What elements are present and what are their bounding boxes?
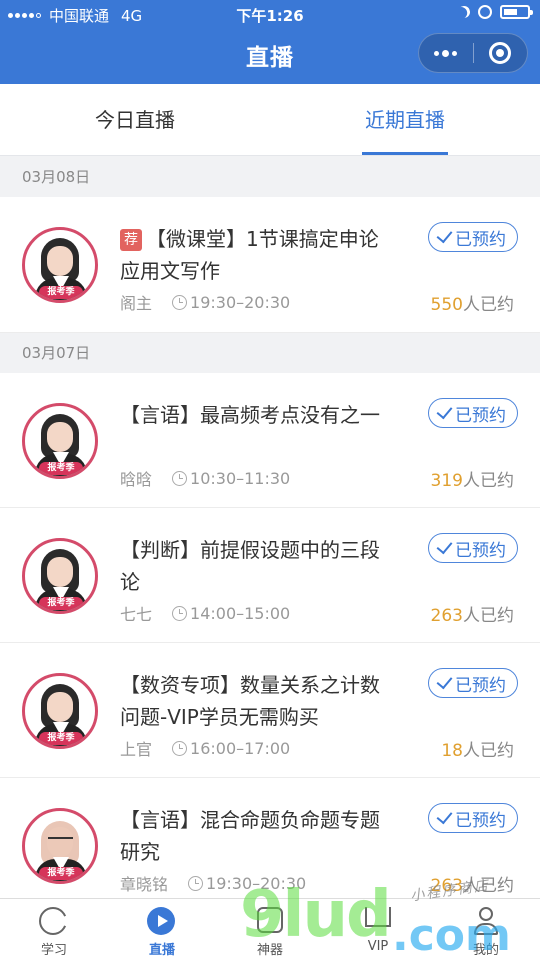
avatar: 报考季 (22, 538, 98, 614)
course-title: 【判断】前提假设题中的三段论 (120, 538, 380, 594)
time-range: 16:00–17:00 (190, 738, 291, 758)
avatar-tag: 报考季 (39, 286, 83, 299)
date-header: 03月08日 (0, 157, 540, 197)
list-item[interactable]: 报考季 【数资专项】数量关系之计数问题-VIP学员无需购买 上官 16:00–1… (0, 643, 540, 778)
tab-label: 我的 (472, 943, 499, 958)
time-range: 10:30–11:30 (190, 468, 291, 488)
booked-label: 已预约 (455, 810, 506, 831)
check-icon (436, 807, 453, 825)
booked-button[interactable]: 已预约 (428, 222, 518, 252)
list-item[interactable]: 报考季 【言语】最高频考点没有之一 晗晗 10:30–11:30 已预约 319… (0, 373, 540, 508)
check-icon (436, 537, 453, 555)
clock-icon (172, 294, 188, 310)
list-item[interactable]: 报考季 【判断】前提假设题中的三段论 七七 14:00–15:00 已预约 26… (0, 508, 540, 643)
target-icon (489, 42, 512, 64)
booked-button[interactable]: 已预约 (428, 533, 518, 563)
booked-label: 已预约 (455, 405, 506, 426)
check-icon (436, 402, 453, 420)
course-title: 【数资专项】数量关系之计数问题-VIP学员无需购买 (120, 673, 380, 729)
time-range: 19:30–20:30 (206, 873, 307, 893)
tab-tools[interactable]: 神器 (216, 899, 324, 960)
booking-count: 263人已约 (430, 876, 514, 896)
tab-live[interactable]: 直播 (108, 899, 216, 960)
bottom-tab-bar: 学习 直播 神器 VIP 我的 (0, 898, 540, 960)
tool-icon (257, 907, 283, 933)
tab-study[interactable]: 学习 (0, 899, 108, 960)
tab-vip[interactable]: VIP (324, 899, 432, 960)
tab-mine[interactable]: 我的 (432, 899, 540, 960)
booking-count: 319人已约 (430, 471, 514, 491)
avatar: 报考季 (22, 808, 98, 884)
avatar-tag: 报考季 (39, 867, 83, 880)
booking-count: 263人已约 (430, 606, 514, 626)
host-name: 晗晗 (120, 470, 153, 489)
tab-label: 学习 (40, 943, 67, 958)
list-item[interactable]: 报考季 【言语】混合命题负命题专题研究 章晓铭 19:30–20:30 已预约 … (0, 778, 540, 913)
clock-icon (172, 740, 188, 756)
person-icon (471, 907, 501, 937)
status-bar: 中国联通 4G 下午1:26 (0, 0, 540, 28)
live-list: 03月08日 报考季 荐【微课堂】1节课搞定申论应用文写作 阁主 19:30–2… (0, 157, 540, 913)
avatar: 报考季 (22, 403, 98, 479)
more-button[interactable] (419, 33, 473, 73)
avatar: 报考季 (22, 673, 98, 749)
avatar-tag: 报考季 (39, 597, 83, 610)
miniprogram-capsule (418, 33, 528, 73)
crown-icon (365, 907, 391, 927)
check-icon (436, 226, 453, 244)
course-title: 【微课堂】1节课搞定申论应用文写作 (120, 227, 379, 283)
pacman-icon (39, 907, 67, 935)
time-range: 19:30–20:30 (190, 292, 291, 312)
course-title: 【言语】混合命题负命题专题研究 (120, 808, 380, 864)
booking-count: 550人已约 (430, 295, 514, 315)
play-icon (147, 907, 175, 935)
booked-button[interactable]: 已预约 (428, 803, 518, 833)
tab-today-live[interactable]: 今日直播 (0, 84, 270, 155)
tab-recent-live[interactable]: 近期直播 (270, 84, 540, 155)
booked-label: 已预约 (455, 675, 506, 696)
avatar-tag: 报考季 (39, 732, 83, 745)
clock-icon (172, 605, 188, 621)
booked-button[interactable]: 已预约 (428, 668, 518, 698)
clock-icon (188, 875, 204, 891)
recommend-badge: 荐 (120, 229, 142, 251)
avatar: 报考季 (22, 227, 98, 303)
avatar-tag: 报考季 (39, 462, 83, 475)
host-name: 上官 (120, 740, 153, 759)
tab-label: VIP (367, 939, 389, 954)
booked-button[interactable]: 已预约 (428, 398, 518, 428)
live-tabs: 今日直播 近期直播 (0, 84, 540, 156)
more-dots-icon (434, 49, 458, 57)
booked-label: 已预约 (455, 229, 506, 250)
date-header: 03月07日 (0, 333, 540, 373)
moon-icon (456, 4, 471, 19)
booking-count: 18人已约 (441, 741, 514, 761)
tab-label: 神器 (256, 943, 283, 958)
list-item[interactable]: 报考季 荐【微课堂】1节课搞定申论应用文写作 阁主 19:30–20:30 已预… (0, 197, 540, 333)
time-range: 14:00–15:00 (190, 603, 291, 623)
clock-icon (172, 470, 188, 486)
top-bar: 中国联通 4G 下午1:26 直播 (0, 0, 540, 84)
host-name: 章晓铭 (120, 875, 169, 894)
tab-label: 直播 (148, 943, 175, 958)
course-title: 【言语】最高频考点没有之一 (120, 403, 380, 427)
booked-label: 已预约 (455, 540, 506, 561)
close-miniprogram-button[interactable] (473, 33, 527, 73)
alarm-icon (478, 5, 492, 19)
battery-icon (500, 5, 533, 19)
host-name: 七七 (120, 605, 153, 624)
host-name: 阁主 (120, 294, 153, 313)
check-icon (436, 672, 453, 690)
